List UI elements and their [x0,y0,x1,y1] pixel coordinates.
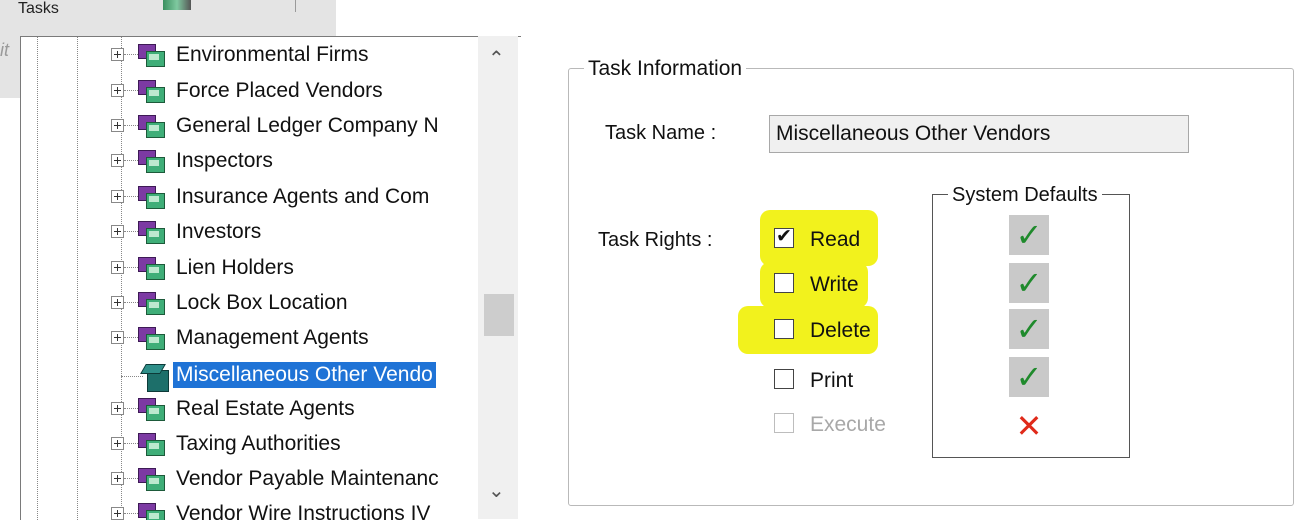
task-group-icon [138,115,165,138]
tree-item[interactable]: General Ledger Company N [21,109,483,143]
tree-item-label: Environmental Firms [176,43,369,66]
expand-icon[interactable] [111,84,124,97]
tree-item-label: Real Estate Agents [176,397,355,420]
tree-item-selected[interactable]: Miscellaneous Other Vendo [21,358,483,392]
check-icon: ✓ [1015,264,1043,302]
tree-item-label: Lien Holders [176,256,294,279]
expand-icon[interactable] [111,402,124,415]
tree-item[interactable]: Insurance Agents and Com [21,180,483,214]
check-icon: ✓ [1015,216,1043,254]
tree-item[interactable]: Management Agents [21,321,483,355]
task-tree[interactable]: Environmental Firms Force Placed Vendors… [20,36,521,520]
task-group-icon [138,80,165,103]
scroll-thumb[interactable] [484,294,514,336]
task-group-icon [138,398,165,421]
tree-item-label: Insurance Agents and Com [176,185,430,208]
expand-icon[interactable] [111,507,124,520]
system-defaults-legend: System Defaults [948,182,1102,208]
task-group-icon [138,186,165,209]
check-icon: ✓ [1015,358,1043,396]
task-group-icon [138,44,165,67]
task-group-icon [138,433,165,456]
delete-default: ✓ [1009,309,1049,349]
tree-item[interactable]: Inspectors [21,144,483,178]
expand-icon[interactable] [111,331,124,344]
tree-item-label: Investors [176,220,262,243]
expand-icon[interactable] [111,225,124,238]
read-checkbox[interactable] [774,225,794,248]
task-group-icon [138,150,165,173]
task-group-icon [138,327,165,350]
tree-item[interactable]: Lock Box Location [21,286,483,320]
tree-item[interactable]: Vendor Payable Maintenanc [21,462,483,496]
write-checkbox[interactable] [774,273,794,293]
expand-icon[interactable] [111,190,124,203]
tree-item-label: Management Agents [176,326,369,349]
tree-item-label: Vendor Payable Maintenanc [176,467,439,490]
tree-item-label: Lock Box Location [176,291,348,314]
task-information-legend: Task Information [584,56,747,82]
tree-item-label: Taxing Authorities [176,432,341,455]
tree-item-label: Miscellaneous Other Vendo [173,362,436,388]
execute-default: ✕ [1009,406,1049,446]
write-default: ✓ [1009,263,1049,303]
expand-icon[interactable] [111,437,124,450]
expand-icon[interactable] [111,154,124,167]
task-name-field[interactable] [769,115,1189,153]
tree-item[interactable]: Environmental Firms [21,38,483,72]
tree-item[interactable]: Force Placed Vendors [21,74,483,108]
print-checkbox[interactable] [774,369,794,389]
tree-item-label: Force Placed Vendors [176,79,383,102]
expand-icon[interactable] [111,261,124,274]
check-icon: ✓ [1015,310,1043,348]
expand-icon[interactable] [111,119,124,132]
tree-item[interactable]: Real Estate Agents [21,392,483,426]
tree-item-label: General Ledger Company N [176,114,439,137]
task-group-icon [138,257,165,280]
write-label: Write [810,273,859,296]
task-group-icon [138,221,165,244]
task-group-icon [138,292,165,315]
read-default: ✓ [1009,215,1049,255]
chevron-up-icon[interactable]: ⌃ [488,46,505,71]
tree-item[interactable]: Investors [21,215,483,249]
print-label: Print [810,369,854,392]
side-text-fragment: it [0,40,9,60]
task-group-icon [138,468,165,491]
delete-label: Delete [810,319,871,342]
task-leaf-icon [140,364,169,392]
read-label: Read [810,228,861,251]
chevron-down-icon[interactable]: ⌄ [488,478,505,503]
expand-icon[interactable] [111,48,124,61]
tree-item[interactable]: Vendor Wire Instructions IV [21,497,483,520]
tasks-title: Tasks [18,0,59,17]
task-group-icon [138,503,165,520]
execute-label: Execute [810,413,886,436]
separator [295,0,296,12]
execute-checkbox [774,413,794,433]
delete-checkbox[interactable] [774,319,794,339]
tree-item[interactable]: Lien Holders [21,251,483,285]
cross-icon: ✕ [1009,406,1049,446]
expand-icon[interactable] [111,472,124,485]
tree-item[interactable]: Taxing Authorities [21,427,483,461]
app-icon [163,0,191,10]
tree-scrollbar[interactable]: ⌃ ⌄ [478,36,518,519]
tree-item-label: Inspectors [176,149,273,172]
task-rights-label: Task Rights : [598,229,713,251]
tree-item-label: Vendor Wire Instructions IV [176,502,431,520]
task-name-label: Task Name : [605,122,717,144]
expand-icon[interactable] [111,296,124,309]
print-default: ✓ [1009,357,1049,397]
